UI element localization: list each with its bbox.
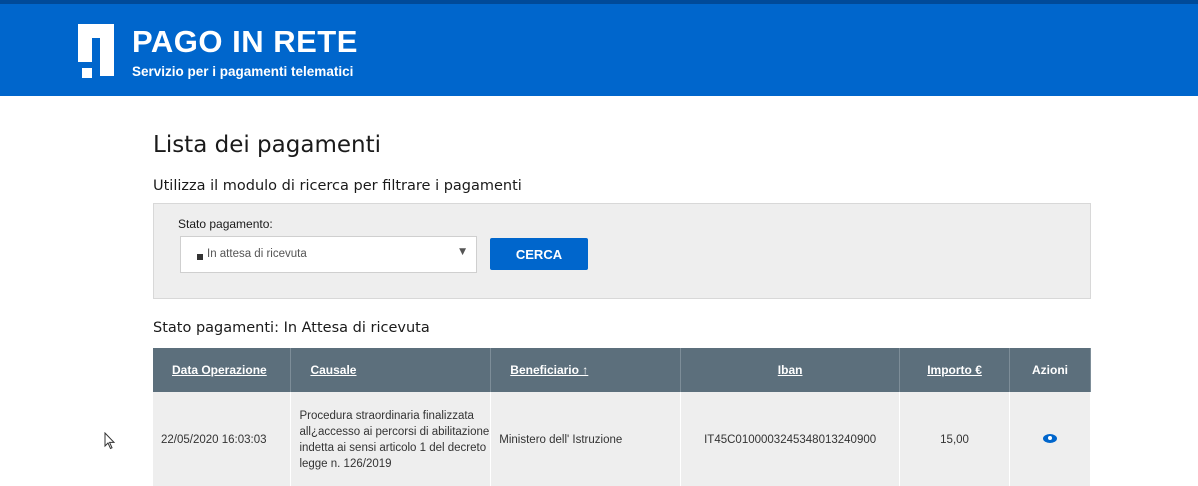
cell-data-operazione: 22/05/2020 16:03:03 (153, 392, 292, 486)
search-filter-panel: Stato pagamento: In attesa di ricevuta ▼… (153, 203, 1091, 299)
column-header-iban[interactable]: Iban (680, 348, 901, 392)
stato-pagamento-select[interactable]: In attesa di ricevuta ▼ (180, 236, 477, 273)
column-header-causale[interactable]: Causale (290, 348, 492, 392)
table-header-row: Data Operazione Causale Beneficiario ↑ I… (153, 348, 1091, 392)
results-title: Stato pagamenti: In Attesa di ricevuta (153, 320, 430, 336)
table-row: 22/05/2020 16:03:03 Procedura straordina… (153, 392, 1091, 486)
chevron-down-icon: ▼ (459, 247, 466, 257)
page-subtitle: Utilizza il modulo di ricerca per filtra… (153, 178, 522, 194)
payments-table: Data Operazione Causale Beneficiario ↑ I… (153, 348, 1091, 486)
cell-causale: Procedura straordinaria finalizzata all¿… (290, 392, 492, 486)
cell-azioni (1009, 392, 1091, 486)
stato-pagamento-selected-value: In attesa di ricevuta (207, 248, 307, 260)
mouse-pointer-icon (104, 432, 116, 450)
cell-importo: 15,00 (899, 392, 1011, 486)
column-header-data-operazione[interactable]: Data Operazione (153, 348, 292, 392)
cerca-button[interactable]: CERCA (490, 238, 588, 270)
brand-subtitle: Servizio per i pagamenti telematici (132, 64, 354, 79)
column-header-importo[interactable]: Importo € (899, 348, 1011, 392)
stato-pagamento-label: Stato pagamento: (178, 217, 273, 231)
pago-in-rete-logo-icon[interactable] (78, 24, 120, 79)
brand-title[interactable]: PAGO IN RETE (132, 24, 358, 60)
site-header: PAGO IN RETE Servizio per i pagamenti te… (0, 4, 1198, 96)
bullet-icon (197, 254, 203, 260)
cell-iban: IT45C0100003245348013240900 (680, 392, 901, 486)
cell-beneficiario: Ministero dell' Istruzione (490, 392, 682, 486)
column-header-azioni: Azioni (1009, 348, 1091, 392)
column-header-beneficiario[interactable]: Beneficiario ↑ (490, 348, 682, 392)
page-title: Lista dei pagamenti (153, 132, 381, 158)
eye-icon[interactable] (1043, 433, 1057, 443)
